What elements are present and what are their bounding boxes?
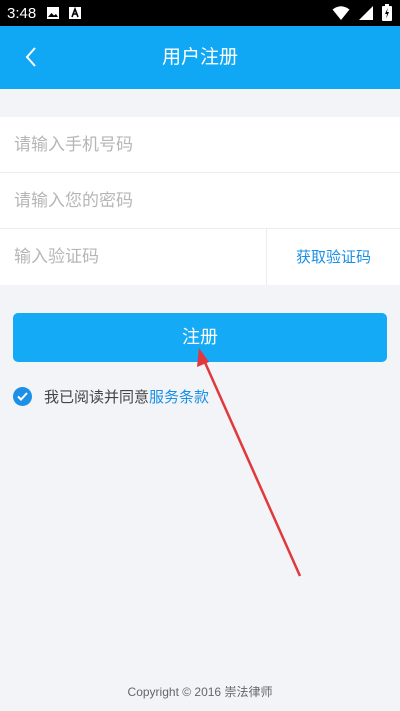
- image-notification-icon: [46, 6, 60, 20]
- checkmark-icon: [17, 391, 28, 401]
- copyright-footer: Copyright © 2016 崇法律师: [127, 685, 273, 699]
- status-time: 3:48: [7, 4, 37, 22]
- password-row: [0, 173, 400, 229]
- agreement-text: 我已阅读并同意: [44, 387, 150, 406]
- register-form: 获取验证码: [0, 117, 400, 285]
- phone-input[interactable]: [14, 117, 386, 172]
- verification-code-input[interactable]: [14, 229, 254, 284]
- code-row: 获取验证码: [0, 229, 400, 285]
- status-bar: 3:48: [0, 0, 400, 26]
- app-notification-icon: [68, 6, 82, 20]
- back-button[interactable]: [14, 40, 48, 74]
- agreement-row: 我已阅读并同意 服务条款: [13, 385, 209, 407]
- battery-icon: [382, 4, 392, 25]
- chevron-left-icon: [25, 47, 36, 67]
- get-code-button[interactable]: 获取验证码: [267, 229, 400, 285]
- wifi-icon: [332, 5, 350, 25]
- page-title: 用户注册: [161, 46, 238, 68]
- agree-checkbox[interactable]: [13, 386, 32, 406]
- register-button[interactable]: 注册: [13, 313, 387, 362]
- phone-row: [0, 117, 400, 173]
- app-bar: 用户注册: [0, 26, 400, 89]
- signal-icon: [358, 5, 374, 25]
- password-input[interactable]: [14, 173, 386, 228]
- terms-link[interactable]: 服务条款: [149, 386, 209, 407]
